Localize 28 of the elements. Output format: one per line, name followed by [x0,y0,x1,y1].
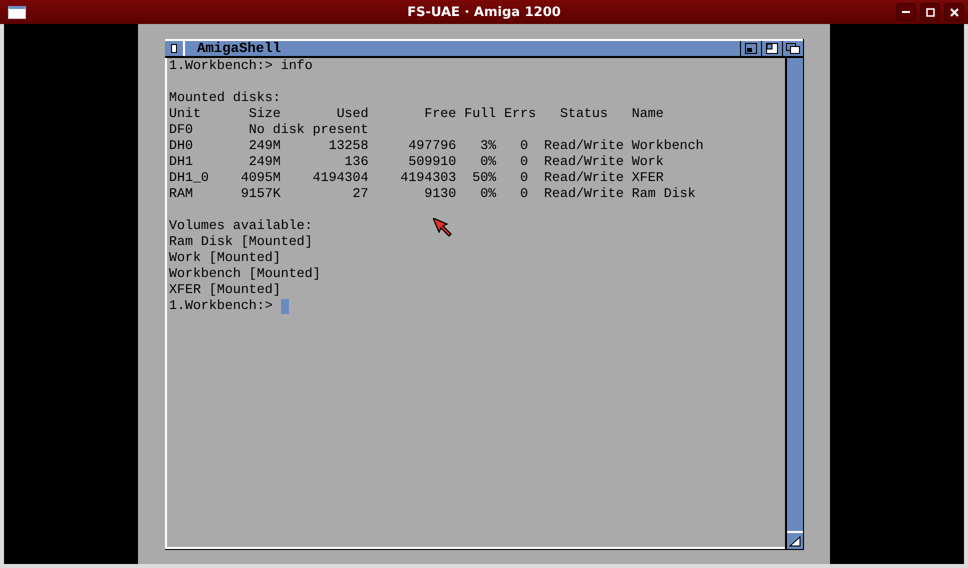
close-button[interactable] [944,3,964,21]
console-line: DF0 No disk present [169,122,368,138]
close-icon [171,44,177,53]
scroll-bar[interactable] [785,58,803,549]
console-line: Mounted disks: [169,90,281,106]
console-line: Workbench [Mounted] [169,266,321,282]
console-line: Ram Disk [Mounted] [169,234,313,250]
console-line: DH0 249M 13258 497796 3% 0 Read/Write Workbench [169,138,704,154]
maximize-icon [926,8,934,16]
window-title: FS-UAE · Amiga 1200 [406,4,562,20]
maximize-button[interactable] [920,3,940,21]
console-line: 1.Workbench:> info [169,58,313,74]
text-cursor [280,298,289,314]
minimize-icon [902,11,910,13]
resize-gadget[interactable] [787,531,803,549]
console-line: DH1_0 4095M 4194304 4194303 50% 0 Read/Write XFER [169,170,664,186]
console-line: DH1 249M 136 509910 0% 0 Read/Write Work [169,154,664,170]
prompt: 1.Workbench:> [169,298,273,314]
shell-title: AmigaShell [197,40,282,56]
console-line: XFER [Mounted] [169,282,281,298]
window-icon [8,6,26,18]
console-line: RAM 9157K 27 9130 0% 0 Read/Write Ram Disk [169,186,696,202]
console-line: Work [Mounted] [169,250,281,266]
close-icon [950,8,958,16]
depth-gadget[interactable] [782,41,803,56]
console-line: Volumes available: [169,218,313,234]
console-line: Unit Size Used Free Full Errs Status Name [169,106,664,122]
minimize-button[interactable] [896,3,916,21]
